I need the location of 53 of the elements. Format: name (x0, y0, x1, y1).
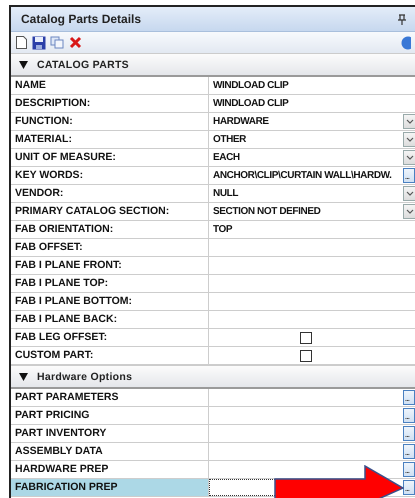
property-label: HARDWARE PREP (11, 461, 209, 478)
property-label: FAB I PLANE BACK: (11, 311, 209, 328)
property-label: UNIT OF MEASURE: (11, 149, 209, 166)
collapse-icon[interactable] (19, 372, 28, 380)
property-label: PRIMARY CATALOG SECTION: (11, 203, 209, 220)
property-label: MATERIAL: (11, 131, 209, 148)
help-icon[interactable] (401, 36, 411, 50)
property-label: FUNCTION: (11, 113, 209, 130)
property-label: CUSTOM PART: (11, 347, 209, 364)
delete-icon[interactable] (69, 36, 82, 49)
pin-icon[interactable] (398, 14, 406, 24)
dropdown-value[interactable]: EACH (213, 152, 240, 163)
property-label: ASSEMBLY DATA (11, 443, 209, 460)
property-value[interactable]: WINDLOAD CLIP (213, 98, 288, 109)
save-icon[interactable] (32, 36, 46, 50)
dropdown-value[interactable]: SECTION NOT DEFINED (213, 206, 320, 217)
checkbox[interactable] (300, 332, 312, 344)
property-label: FAB I PLANE TOP: (11, 275, 209, 292)
dropdown-button[interactable] (403, 114, 415, 129)
chevron-down-icon (406, 137, 414, 142)
chevron-down-icon (406, 119, 414, 124)
window-title: Catalog Parts Details (21, 12, 142, 26)
property-label: FAB LEG OFFSET: (11, 329, 209, 346)
property-label: FAB I PLANE FRONT: (11, 257, 209, 274)
chevron-down-icon (406, 191, 414, 196)
new-document-icon[interactable] (15, 35, 28, 50)
dropdown-button[interactable] (403, 132, 415, 147)
section-header: CATALOG PARTS (37, 58, 129, 70)
dropdown-value[interactable]: OTHER (213, 134, 246, 145)
property-label: FAB ORIENTATION: (11, 221, 209, 238)
property-value[interactable]: WINDLOAD CLIP (213, 80, 288, 91)
property-label: PART INVENTORY (11, 425, 209, 442)
property-label: DESCRIPTION: (11, 95, 209, 112)
dropdown-value[interactable]: HARDWARE (213, 116, 269, 127)
property-label: VENDOR: (11, 185, 209, 202)
property-label: PART PRICING (11, 407, 209, 424)
property-value[interactable]: ANCHOR\CLIP\CURTAIN WALL\HARDW. (213, 170, 392, 181)
section-header: Hardware Options (37, 370, 132, 382)
dropdown-value[interactable]: NULL (213, 188, 238, 199)
collapse-icon[interactable] (19, 60, 28, 68)
property-label: FAB OFFSET: (11, 239, 209, 256)
property-label: FAB I PLANE BOTTOM: (11, 293, 209, 310)
dropdown-button[interactable] (403, 204, 415, 219)
dropdown-button[interactable] (403, 186, 415, 201)
property-value[interactable]: TOP (213, 224, 232, 235)
property-label: KEY WORDS: (11, 167, 209, 184)
property-label: FABRICATION PREP (11, 479, 209, 496)
checkbox[interactable] (300, 350, 312, 362)
property-label: NAME (11, 77, 209, 94)
chevron-down-icon (406, 209, 414, 214)
dropdown-button[interactable] (403, 150, 415, 165)
chevron-down-icon (406, 155, 414, 160)
property-label: PART PARAMETERS (11, 389, 209, 406)
